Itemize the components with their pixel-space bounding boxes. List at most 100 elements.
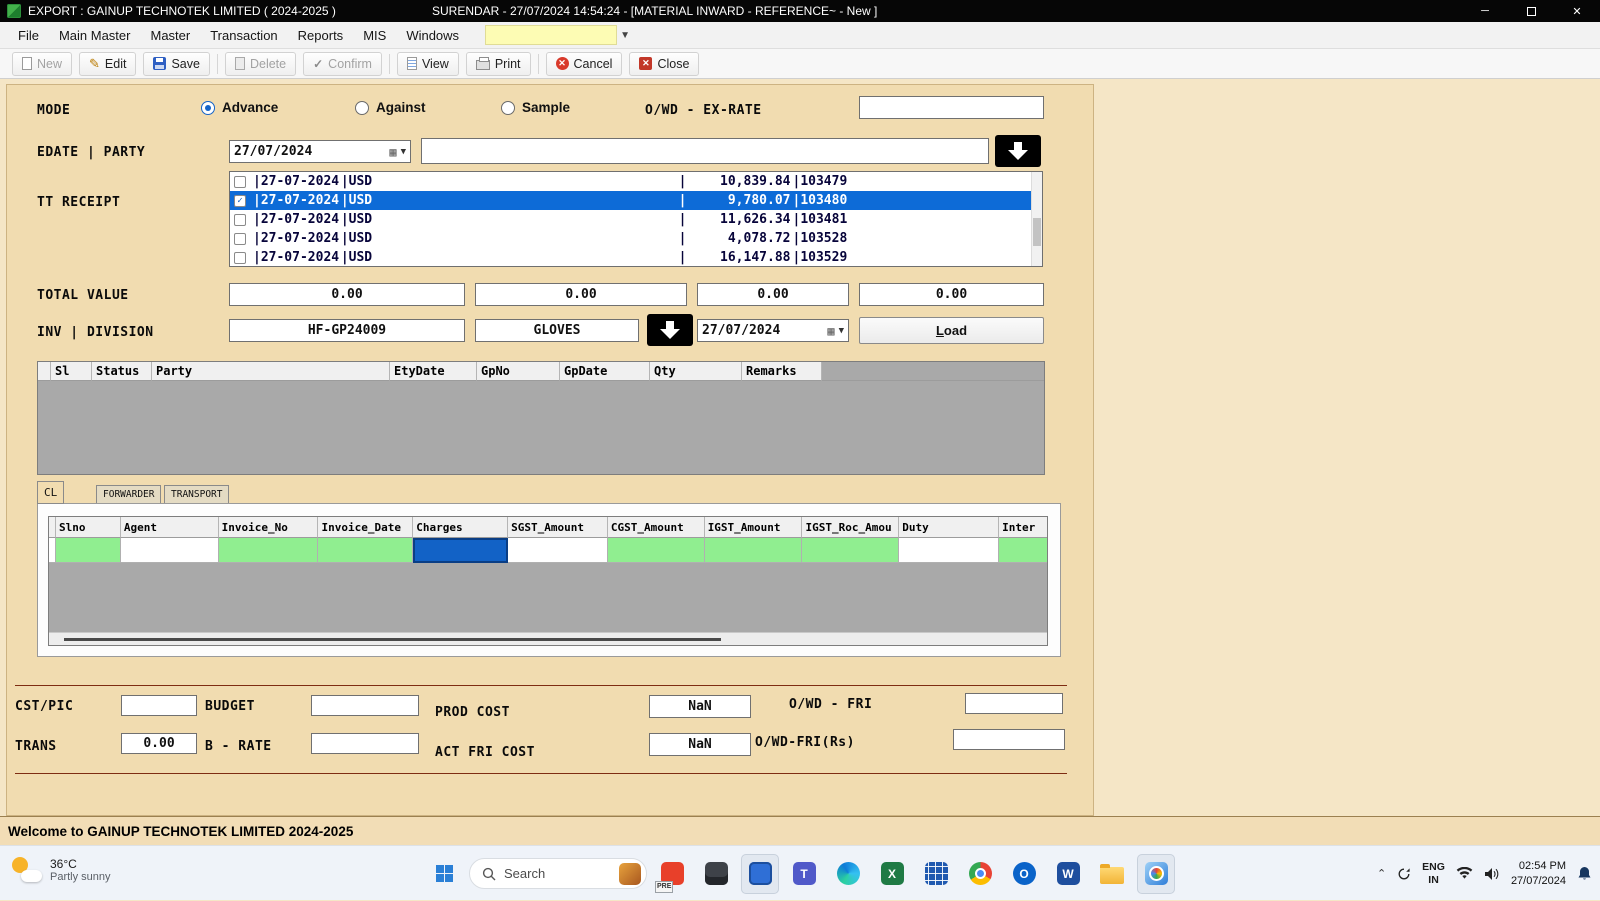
row-checkbox[interactable] (234, 176, 246, 188)
cell-duty[interactable] (899, 538, 999, 563)
edit-button[interactable]: ✎Edit (79, 52, 136, 76)
cell-slno[interactable] (56, 538, 121, 563)
save-button[interactable]: Save (143, 52, 210, 76)
total-value-3[interactable] (697, 283, 849, 306)
weather-widget[interactable]: 36°C Partly sunny (10, 854, 111, 886)
notification-bell-icon[interactable] (1577, 866, 1592, 882)
taskbar-app-dark-window[interactable] (697, 854, 735, 894)
menu-file[interactable]: File (8, 24, 49, 47)
total-value-4[interactable] (859, 283, 1044, 306)
scrollbar-thumb[interactable] (64, 638, 721, 641)
tt-receipt-row[interactable]: |27-07-2024|USD|16,147.88|103529 (230, 248, 1042, 267)
division-input[interactable] (475, 319, 639, 342)
chevron-down-icon[interactable]: ▼ (835, 326, 848, 336)
invoice-input[interactable] (229, 319, 465, 342)
confirm-button[interactable]: ✓Confirm (303, 52, 382, 76)
cell-sgst-amount[interactable] (508, 538, 608, 563)
tab-forwarder[interactable]: FORWARDER (96, 485, 161, 504)
b-rate-input[interactable] (311, 733, 419, 754)
row-checkbox[interactable] (234, 252, 246, 264)
start-button[interactable] (425, 854, 463, 894)
calendar-icon[interactable]: ▦ (389, 146, 396, 158)
view-button[interactable]: View (397, 52, 459, 76)
chevron-down-icon[interactable]: ▼ (397, 147, 410, 157)
quick-search-input[interactable] (485, 25, 617, 45)
cell-agent[interactable] (121, 538, 219, 563)
sync-icon[interactable] (1397, 867, 1411, 881)
taskbar-app-photos[interactable] (1137, 854, 1175, 894)
taskbar-app-teams[interactable] (785, 854, 823, 894)
budget-input[interactable] (311, 695, 419, 716)
row-checkbox[interactable] (234, 214, 246, 226)
owd-fri-input[interactable] (965, 693, 1063, 714)
row-checkbox-checked[interactable] (234, 195, 246, 207)
party-input[interactable] (421, 138, 989, 164)
mode-radio-sample[interactable]: Sample (501, 100, 570, 115)
taskbar-app-outlook[interactable] (1005, 854, 1043, 894)
listbox-scrollbar[interactable] (1031, 172, 1042, 266)
cell-cgst-amount[interactable] (608, 538, 705, 563)
menu-mis[interactable]: MIS (353, 24, 396, 47)
taskbar-app-erp[interactable] (741, 854, 779, 894)
scrollbar-thumb[interactable] (1033, 218, 1041, 246)
tt-receipt-row[interactable]: |27-07-2024|USD|11,626.34|103481 (230, 210, 1042, 229)
cst-pic-input[interactable] (121, 695, 197, 716)
horizontal-scrollbar[interactable] (49, 632, 1047, 645)
cell-igst-roc-amount[interactable] (802, 538, 899, 563)
taskbar-app-pre[interactable]: PRE (653, 854, 691, 894)
taskbar-app-file-explorer[interactable] (1093, 854, 1131, 894)
cell-invoice-date[interactable] (318, 538, 413, 563)
mode-radio-against[interactable]: Against (355, 100, 426, 115)
trans-input[interactable] (121, 733, 197, 754)
total-value-2[interactable] (475, 283, 687, 306)
taskbar-app-edge[interactable] (829, 854, 867, 894)
party-load-arrow-button[interactable] (995, 135, 1041, 167)
language-indicator[interactable]: ENG IN (1422, 861, 1445, 886)
menu-reports[interactable]: Reports (288, 24, 354, 47)
new-button[interactable]: New (12, 52, 72, 76)
menu-windows[interactable]: Windows (396, 24, 469, 47)
tab-transport[interactable]: TRANSPORT (164, 485, 229, 504)
close-window-button[interactable]: ✕Close (629, 52, 699, 76)
tt-receipt-row[interactable]: |27-07-2024|USD|4,078.72|103528 (230, 229, 1042, 248)
cell-charges-selected[interactable] (413, 538, 508, 563)
row-selector-cell[interactable] (49, 538, 56, 563)
division-load-arrow-button[interactable] (647, 314, 693, 346)
taskbar-app-word[interactable] (1049, 854, 1087, 894)
menu-transaction[interactable]: Transaction (200, 24, 287, 47)
mode-radio-advance[interactable]: Advance (201, 100, 278, 115)
tt-receipt-row[interactable]: |27-07-2024|USD|10,839.84|103479 (230, 172, 1042, 191)
calendar-icon[interactable]: ▦ (827, 325, 834, 337)
search-box[interactable]: Search (469, 858, 647, 889)
cancel-button[interactable]: ✕Cancel (546, 52, 623, 76)
delete-button[interactable]: Delete (225, 52, 296, 76)
taskbar-app-excel[interactable] (873, 854, 911, 894)
volume-icon[interactable] (1484, 867, 1500, 881)
wifi-icon[interactable] (1456, 867, 1473, 880)
search-highlights-icon[interactable] (619, 863, 641, 885)
prod-cost-input[interactable] (649, 695, 751, 718)
menu-master[interactable]: Master (140, 24, 200, 47)
maximize-button[interactable] (1508, 0, 1554, 22)
act-fri-cost-input[interactable] (649, 733, 751, 756)
tray-chevron-up-icon[interactable]: ⌃ (1377, 867, 1386, 880)
load-button[interactable]: Load (859, 317, 1044, 344)
owd-fri-rs-input[interactable] (953, 729, 1065, 750)
taskbar-app-table[interactable] (917, 854, 955, 894)
load-date-picker[interactable]: 27/07/2024 ▦ ▼ (697, 319, 849, 342)
minimize-button[interactable]: ─ (1462, 0, 1508, 22)
quick-search-caret-icon[interactable]: ▼ (620, 30, 630, 41)
cell-invoice-no[interactable] (219, 538, 319, 563)
clock[interactable]: 02:54 PM 27/07/2024 (1511, 859, 1566, 889)
row-checkbox[interactable] (234, 233, 246, 245)
close-button[interactable]: ✕ (1554, 0, 1600, 22)
cell-inter[interactable] (999, 538, 1047, 563)
menu-main-master[interactable]: Main Master (49, 24, 141, 47)
exrate-input[interactable] (859, 96, 1044, 119)
print-button[interactable]: Print (466, 52, 531, 76)
cell-igst-amount[interactable] (705, 538, 803, 563)
edate-picker[interactable]: 27/07/2024 ▦ ▼ (229, 140, 411, 163)
total-value-1[interactable] (229, 283, 465, 306)
tab-cl[interactable]: CL (37, 481, 64, 504)
taskbar-app-chrome[interactable] (961, 854, 999, 894)
